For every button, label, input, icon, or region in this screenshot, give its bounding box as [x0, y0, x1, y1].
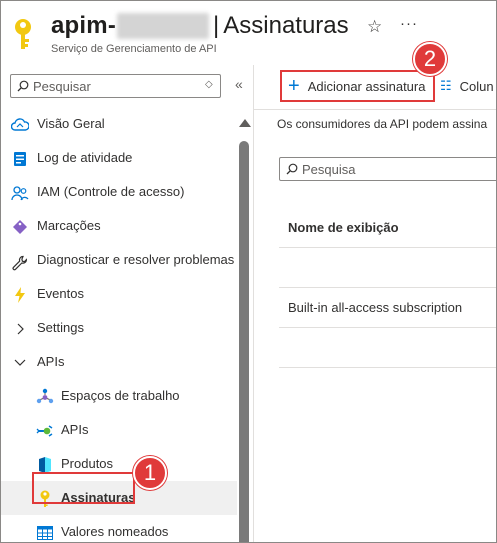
- column-header-display-name[interactable]: Nome de exibição: [279, 208, 496, 248]
- sidebar-item-label: APIs: [61, 422, 89, 437]
- sidebar-item-apis-group[interactable]: APIs: [1, 345, 237, 379]
- resource-name: apim-: [51, 12, 117, 39]
- chevron-right-icon: [11, 320, 29, 338]
- subscription-search-input[interactable]: [302, 161, 482, 177]
- sidebar-item-marcacoes[interactable]: Marcações: [1, 209, 237, 243]
- table-row[interactable]: [279, 328, 496, 368]
- wrench-icon: [11, 254, 29, 272]
- key-icon: [15, 19, 31, 49]
- sidebar-item-label: APIs: [37, 354, 65, 369]
- sidebar-item-label: Valores nomeados: [61, 524, 169, 539]
- sidebar-item-label: Diagnosticar e resolver problemas: [37, 252, 235, 267]
- cloud-icon: [11, 116, 29, 134]
- sidebar-item-label: Eventos: [37, 286, 84, 301]
- step-2-badge: 2: [413, 42, 447, 76]
- subscription-search[interactable]: [279, 157, 496, 181]
- assinaturas-highlight: [32, 472, 135, 504]
- people-icon: [11, 184, 29, 202]
- columns-label: Colun: [459, 78, 494, 94]
- sidebar-item-valores-nomeados[interactable]: Valores nomeados: [1, 515, 237, 542]
- search-icon: [286, 163, 298, 175]
- columns-button[interactable]: ☷ Colun: [440, 78, 494, 94]
- plus-icon: +: [288, 75, 300, 97]
- page-subtitle: Serviço de Gerenciamento de API: [51, 43, 217, 55]
- toolbar: + Adicionar assinatura ☷ Colun: [254, 65, 496, 109]
- sidebar-item-settings[interactable]: Settings: [1, 311, 237, 345]
- page-title: apim- | Assinaturas: [51, 9, 349, 43]
- sidebar-item-espacos-trabalho[interactable]: Espaços de trabalho: [1, 379, 237, 413]
- sort-icon[interactable]: ◇: [205, 79, 213, 90]
- redacted-name: [117, 13, 210, 39]
- grid-icon: [36, 524, 54, 542]
- add-subscription-button[interactable]: + Adicionar assinatura: [280, 70, 435, 102]
- sidebar-item-label: Marcações: [37, 218, 101, 233]
- tag-icon: [11, 218, 29, 236]
- search-icon: [17, 80, 29, 92]
- more-options-icon[interactable]: ···: [400, 15, 418, 32]
- table-row[interactable]: Built-in all-access subscription: [279, 288, 496, 328]
- sidebar-item-log-atividade[interactable]: Log de atividade: [1, 141, 237, 175]
- sidebar-item-label: Produtos: [61, 456, 114, 471]
- main-content: + Adicionar assinatura ☷ Colun Os consum…: [254, 65, 496, 542]
- sidebar-item-label: Espaços de trabalho: [61, 388, 180, 403]
- sidebar-item-apis[interactable]: APIs: [1, 413, 237, 447]
- scroll-up-arrow-icon[interactable]: [239, 119, 251, 127]
- sidebar-item-visao-geral[interactable]: Visão Geral: [1, 107, 237, 141]
- favorite-star-icon[interactable]: ☆: [367, 17, 382, 37]
- add-subscription-label: Adicionar assinatura: [307, 78, 426, 94]
- sidebar-item-label: Log de atividade: [37, 150, 133, 165]
- sidebar-item-label: Settings: [37, 320, 84, 335]
- lightning-icon: [11, 286, 29, 304]
- table-row[interactable]: [279, 248, 496, 288]
- log-icon: [11, 150, 29, 168]
- title-separator: |: [213, 12, 220, 39]
- api-icon: [36, 422, 54, 440]
- subscriptions-table: Nome de exibição Built-in all-access sub…: [279, 208, 496, 368]
- sidebar-search[interactable]: [10, 74, 221, 98]
- sidebar-item-label: Visão Geral: [37, 116, 105, 131]
- page-name: Assinaturas: [223, 12, 349, 39]
- sidebar-item-eventos[interactable]: Eventos: [1, 277, 237, 311]
- sidebar-item-iam[interactable]: IAM (Controle de acesso): [1, 175, 237, 209]
- chevron-down-icon: [11, 354, 29, 372]
- scroll-thumb[interactable]: [239, 141, 249, 542]
- columns-icon: ☷: [440, 78, 452, 93]
- window-frame: apim- | Assinaturas ☆ ··· Serviço de Ger…: [0, 0, 497, 543]
- toolbar-divider: [254, 109, 496, 110]
- workspace-icon: [36, 388, 54, 406]
- page-description: Os consumidores da API podem assina: [277, 117, 488, 131]
- sidebar-item-diagnosticar[interactable]: Diagnosticar e resolver problemas: [1, 243, 237, 277]
- sidebar-scrollbar[interactable]: [237, 113, 251, 542]
- step-1-badge: 1: [133, 456, 167, 490]
- sidebar-search-input[interactable]: [33, 78, 203, 94]
- collapse-sidebar-icon[interactable]: «: [235, 76, 243, 92]
- sidebar-item-label: IAM (Controle de acesso): [37, 184, 185, 199]
